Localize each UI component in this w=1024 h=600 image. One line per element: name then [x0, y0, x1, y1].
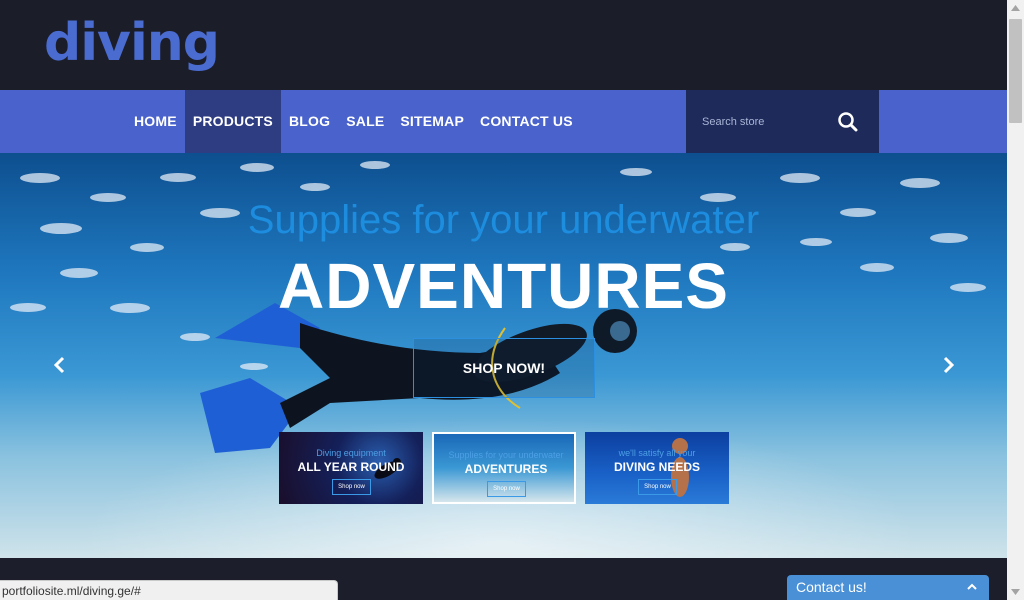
shop-now-button[interactable]: SHOP NOW! — [413, 338, 595, 398]
thumbnail-shop-button[interactable]: Shop now — [638, 479, 677, 495]
search-box — [686, 90, 879, 153]
slide-thumbnail-3[interactable]: we'll satisfy all your DIVING NEEDS Shop… — [585, 432, 729, 504]
nav-items: HOME PRODUCTS BLOG SALE SITEMAP CONTACT … — [126, 90, 581, 153]
nav-item-blog[interactable]: BLOG — [281, 90, 338, 153]
chevron-left-icon — [53, 356, 65, 374]
search-input[interactable] — [700, 111, 834, 133]
slider-prev-button[interactable] — [48, 353, 72, 377]
contact-widget-label: Contact us! — [796, 579, 867, 595]
slider-thumbnails: Diving equipment ALL YEAR ROUND Shop now… — [279, 432, 729, 504]
thumbnail-subtitle: Diving equipment — [316, 448, 386, 458]
site-logo[interactable]: diving — [44, 8, 220, 78]
scroll-up-arrow-icon[interactable] — [1007, 0, 1024, 17]
hero-subtitle: Supplies for your underwater — [247, 198, 760, 242]
thumbnail-subtitle: Supplies for your underwater — [448, 450, 564, 460]
page-scrollbar[interactable] — [1007, 0, 1024, 600]
contact-widget[interactable]: Contact us! — [787, 575, 989, 600]
slide-thumbnail-2[interactable]: Supplies for your underwater ADVENTURES … — [432, 432, 576, 504]
site-header: diving — [0, 0, 1007, 90]
thumbnail-title: ALL YEAR ROUND — [297, 460, 405, 474]
scroll-down-arrow-icon[interactable] — [1007, 583, 1024, 600]
search-icon — [838, 112, 858, 132]
hero-slider: Supplies for your underwater ADVENTURES … — [0, 153, 1007, 558]
chevron-up-icon — [967, 583, 977, 590]
nav-item-sale[interactable]: SALE — [338, 90, 392, 153]
thumbnail-title: ADVENTURES — [464, 462, 548, 476]
scrollbar-thumb[interactable] — [1009, 19, 1022, 123]
chevron-right-icon — [943, 356, 955, 374]
page: diving HOME PRODUCTS BLOG SALE SITEMAP C… — [0, 0, 1007, 600]
nav-item-contact-us[interactable]: CONTACT US — [472, 90, 581, 153]
thumbnail-shop-button[interactable]: Shop now — [487, 481, 526, 497]
slide-thumbnail-1[interactable]: Diving equipment ALL YEAR ROUND Shop now — [279, 432, 423, 504]
thumbnail-subtitle: we'll satisfy all your — [618, 448, 696, 458]
thumbnail-shop-button[interactable]: Shop now — [332, 479, 371, 495]
nav-item-products[interactable]: PRODUCTS — [184, 90, 281, 153]
hero-title: ADVENTURES — [278, 250, 729, 322]
slider-next-button[interactable] — [936, 353, 960, 377]
thumbnail-title: DIVING NEEDS — [613, 460, 700, 474]
nav-item-sitemap[interactable]: SITEMAP — [392, 90, 472, 153]
main-nav: HOME PRODUCTS BLOG SALE SITEMAP CONTACT … — [0, 90, 1007, 153]
browser-status-bar: portfoliosite.ml/diving.ge/# — [0, 580, 338, 600]
nav-item-home[interactable]: HOME — [126, 90, 185, 153]
search-button[interactable] — [836, 110, 860, 134]
